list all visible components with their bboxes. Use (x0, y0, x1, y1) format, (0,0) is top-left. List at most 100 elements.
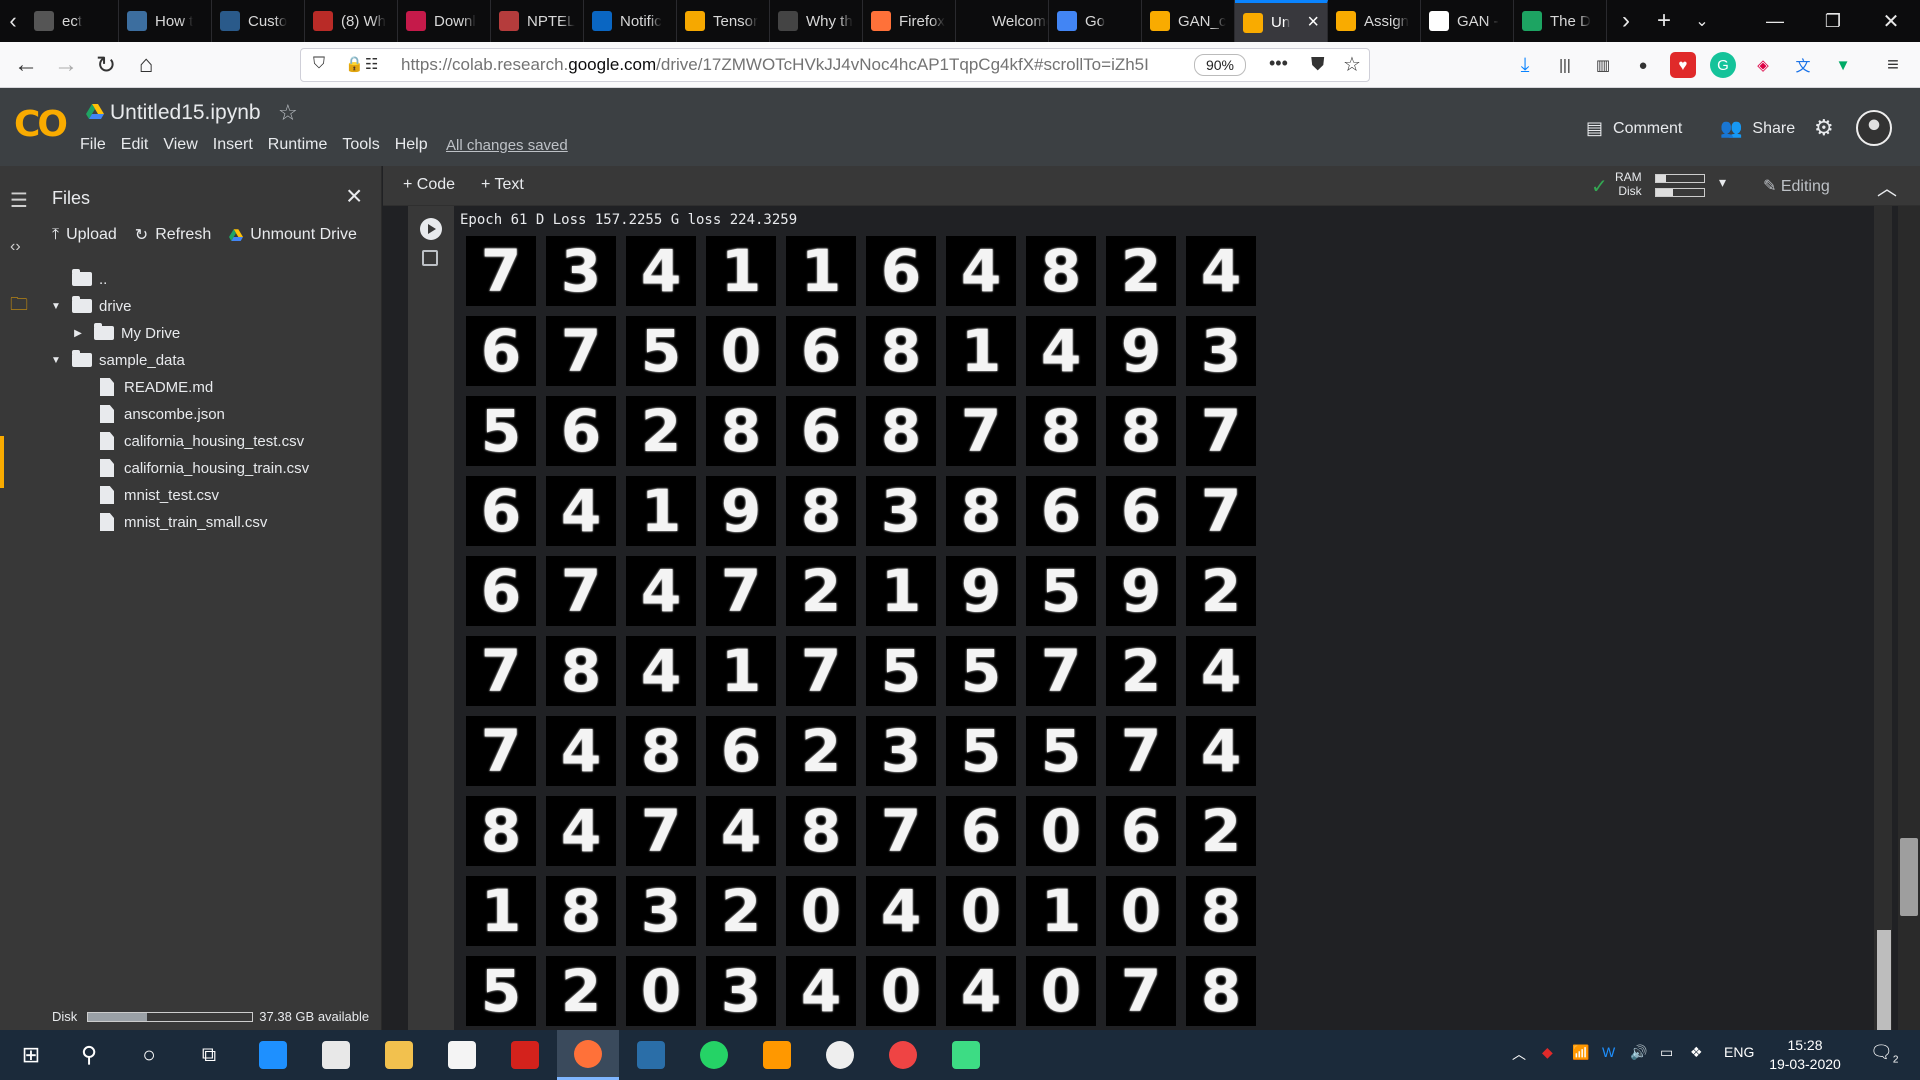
downloads-icon[interactable]: ⤓ (1512, 52, 1538, 78)
browser-tab[interactable]: Assign (1328, 0, 1421, 42)
browser-tab[interactable]: Firefox (863, 0, 956, 42)
browser-tab[interactable]: (8) Wh (305, 0, 398, 42)
browser-tab[interactable]: GAN_c (1142, 0, 1235, 42)
editing-mode-button[interactable]: ✎ Editing (1763, 176, 1830, 196)
home-icon[interactable]: ⌂ (128, 42, 164, 88)
chevron-up-icon[interactable]: ︿ (1512, 1044, 1526, 1064)
whatsapp-taskbar-icon[interactable] (683, 1030, 745, 1080)
file-item[interactable]: california_housing_test.csv (72, 429, 304, 453)
menu-view[interactable]: View (163, 136, 197, 154)
output-scrollbar-thumb[interactable] (1877, 930, 1891, 1030)
folder-item[interactable]: ▶ My Drive (72, 321, 180, 345)
url-bar[interactable]: ⛉ 🔒 ☷ https://colab.research.google.com/… (300, 48, 1370, 82)
colab-logo[interactable]: CO (14, 104, 68, 145)
browser-tab[interactable]: NPTEL (491, 0, 584, 42)
task-view-icon[interactable]: ⧉ (178, 1030, 240, 1080)
resource-labels[interactable]: RAM Disk (1615, 170, 1642, 198)
new-tab-icon[interactable]: + (1645, 0, 1683, 42)
comment-button[interactable]: ▤ Comment (1586, 118, 1682, 139)
start-windows-icon[interactable]: ⊞ (0, 1030, 62, 1080)
close-tab-icon[interactable]: × (1307, 11, 1319, 34)
browser-tab[interactable]: Un × (1235, 0, 1328, 42)
menu-insert[interactable]: Insert (213, 136, 253, 154)
code-snippets-icon[interactable]: ‹› (10, 238, 21, 256)
browser-tab[interactable]: How t (119, 0, 212, 42)
shield-icon[interactable]: ⛉ (313, 55, 325, 73)
antivirus-icon[interactable]: ◆ (1542, 1044, 1553, 1061)
pocket-icon[interactable]: ⛊ (1311, 54, 1325, 75)
add-text-cell-button[interactable]: + Text (481, 176, 524, 194)
browser-tab[interactable]: Notific (584, 0, 677, 42)
upload-button[interactable]: ⤒ Upload (52, 225, 117, 245)
word-icon[interactable]: W (1602, 1044, 1615, 1060)
battery-icon[interactable]: ▭ (1660, 1044, 1673, 1061)
browser-tab[interactable]: GAN - (1421, 0, 1514, 42)
store-taskbar-icon[interactable] (305, 1030, 367, 1080)
sidebar-toggle-icon[interactable]: ▥ (1590, 52, 1616, 78)
save-status[interactable]: All changes saved (446, 137, 568, 154)
close-icon[interactable]: × (346, 180, 362, 212)
back-arrow-icon[interactable]: ← (8, 42, 44, 88)
app-taskbar-icon[interactable] (935, 1030, 997, 1080)
anydesk-taskbar-icon[interactable] (872, 1030, 934, 1080)
menu-runtime[interactable]: Runtime (268, 136, 328, 154)
acrobat-taskbar-icon[interactable] (494, 1030, 556, 1080)
notifications-icon[interactable]: 🗨2 (1870, 1042, 1898, 1066)
list-all-tabs-icon[interactable]: ⌄ (1683, 0, 1721, 42)
reload-icon[interactable]: ↻ (88, 42, 124, 88)
cortana-icon[interactable]: ○ (118, 1030, 180, 1080)
browser-tab[interactable]: Why th (770, 0, 863, 42)
account-icon[interactable]: ● (1630, 52, 1656, 78)
table-of-contents-icon[interactable]: ☰ (10, 188, 28, 213)
search-icon[interactable]: ⚲ (58, 1030, 120, 1080)
menu-tools[interactable]: Tools (342, 136, 379, 154)
explorer-taskbar-icon[interactable] (368, 1030, 430, 1080)
close-window-icon[interactable]: ✕ (1862, 0, 1920, 42)
lock-icon[interactable]: 🔒 (345, 55, 364, 73)
hamburger-menu-icon[interactable]: ≡ (1880, 52, 1906, 78)
bookmark-star-icon[interactable]: ☆ (1343, 52, 1361, 77)
output-actions-icon[interactable] (422, 250, 438, 266)
clock[interactable]: 15:28 19-03-2020 (1760, 1036, 1850, 1074)
caret-down-icon[interactable]: ▼ (50, 301, 62, 312)
pocket-extension-icon[interactable]: ♥ (1670, 52, 1696, 78)
volume-icon[interactable]: 🔊 (1630, 1044, 1647, 1061)
grammarly-icon[interactable]: G (1710, 52, 1736, 78)
file-item[interactable]: mnist_test.csv (72, 483, 219, 507)
sublime-taskbar-icon[interactable] (746, 1030, 808, 1080)
translate-icon[interactable]: 文 (1790, 52, 1816, 78)
restore-icon[interactable]: ❐ (1804, 0, 1862, 42)
url-text[interactable]: https://colab.research.google.com/drive/… (401, 55, 1171, 75)
language-indicator[interactable]: ENG (1724, 1044, 1754, 1060)
vpn-off-icon[interactable]: ▼ (1830, 52, 1856, 78)
avatar[interactable] (1856, 110, 1892, 146)
github-taskbar-icon[interactable] (809, 1030, 871, 1080)
notebook-title[interactable]: Untitled15.ipynb (110, 101, 261, 125)
wifi-icon[interactable]: 📶 (1572, 1044, 1589, 1061)
browser-tab[interactable]: Downl (398, 0, 491, 42)
file-item[interactable]: anscombe.json (72, 402, 225, 426)
output-scrollbar[interactable] (1874, 206, 1892, 1030)
folder-item[interactable]: .. (50, 267, 107, 291)
browser-tab[interactable]: Tensor (677, 0, 770, 42)
caret-down-icon[interactable]: ▼ (50, 355, 62, 366)
page-actions-icon[interactable]: ••• (1269, 53, 1288, 74)
browser-tab[interactable]: ect (26, 0, 119, 42)
file-item[interactable]: README.md (72, 375, 213, 399)
file-item[interactable]: mnist_train_small.csv (72, 510, 267, 534)
chevron-up-icon[interactable]: ︿ (1877, 172, 1897, 201)
menu-edit[interactable]: Edit (121, 136, 149, 154)
browser-tab[interactable]: Custo (212, 0, 305, 42)
runtime-dropdown-icon[interactable]: ▾ (1719, 174, 1726, 191)
settings-gear-icon[interactable]: ⚙ (1814, 115, 1834, 141)
forward-arrow-icon[interactable]: → (48, 42, 84, 88)
folder-item[interactable]: ▼ sample_data (50, 348, 185, 372)
library-icon[interactable]: ||| (1552, 52, 1578, 78)
browser-tab[interactable]: Welcome (956, 0, 1049, 42)
menu-file[interactable]: File (80, 136, 106, 154)
star-icon[interactable]: ☆ (278, 100, 298, 126)
dropbox-icon[interactable]: ❖ (1690, 1044, 1703, 1061)
folder-icon[interactable]: 🗀 (10, 292, 28, 322)
privacy-extension-icon[interactable]: ◈ (1750, 52, 1776, 78)
menu-help[interactable]: Help (395, 136, 428, 154)
